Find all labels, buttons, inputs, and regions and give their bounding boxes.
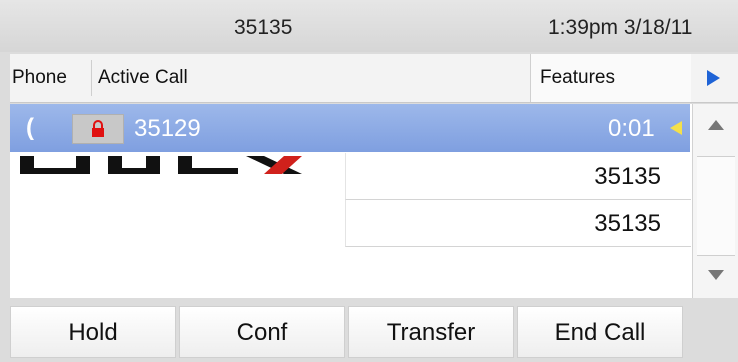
call-indicator-icon	[670, 121, 682, 135]
line-appearance[interactable]: 35135	[345, 153, 691, 200]
conference-button[interactable]: Conf	[179, 306, 345, 358]
features-arrow-icon[interactable]	[707, 70, 720, 86]
hold-button[interactable]: Hold	[10, 306, 176, 358]
end-call-button[interactable]: End Call	[517, 306, 683, 358]
call-timer: 0:01	[608, 115, 655, 142]
transfer-button[interactable]: Transfer	[348, 306, 514, 358]
status-bar: 35135 1:39pm 3/18/11	[0, 0, 738, 52]
scroll-track[interactable]	[697, 156, 735, 256]
lock-icon	[92, 120, 104, 137]
line-number: 35135	[594, 210, 661, 237]
call-party-extension: 35129	[134, 115, 201, 142]
onex-logo	[20, 156, 302, 174]
tab-active-call[interactable]: Active Call	[98, 67, 188, 89]
active-call-row[interactable]: ( 35129 0:01	[10, 104, 690, 152]
line-appearance[interactable]: 35135	[345, 200, 691, 247]
tab-bar: Phone Active Call Features	[10, 54, 738, 103]
tab-features[interactable]: Features	[540, 67, 615, 89]
station-extension: 35135	[234, 16, 293, 39]
softkey-bar: Hold Conf Transfer End Call	[10, 306, 738, 358]
tab-phone[interactable]: Phone	[12, 67, 67, 89]
secure-call-badge	[72, 114, 124, 144]
scroll-up-icon[interactable]	[708, 120, 724, 130]
handset-icon: (	[26, 114, 34, 141]
scrollbar[interactable]	[692, 104, 738, 298]
tab-divider	[91, 60, 92, 96]
date-time: 1:39pm 3/18/11	[548, 16, 693, 39]
scroll-down-icon[interactable]	[708, 270, 724, 280]
line-number: 35135	[594, 163, 661, 190]
call-list-panel: ( 35129 0:01 35135 35135	[10, 104, 738, 298]
